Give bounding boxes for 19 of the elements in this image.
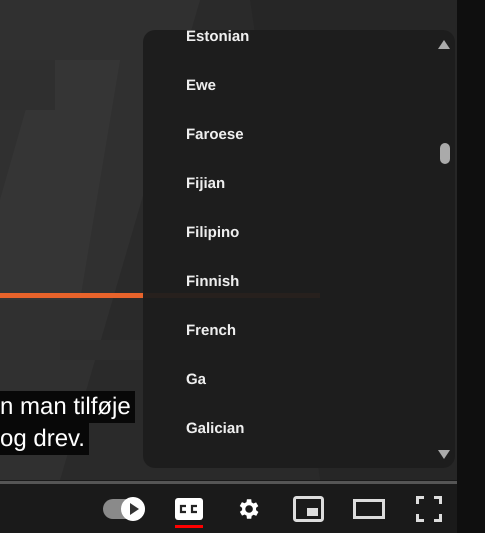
- language-option[interactable]: French: [186, 322, 426, 372]
- subtitles-icon: [175, 498, 203, 520]
- language-option[interactable]: Fijian: [186, 175, 426, 225]
- play-icon: [121, 496, 145, 520]
- scroll-down-icon[interactable]: [438, 450, 450, 459]
- language-option[interactable]: Ewe: [186, 77, 426, 127]
- active-underline: [175, 524, 203, 528]
- language-option[interactable]: Finnish: [186, 273, 426, 323]
- fullscreen-icon[interactable]: [416, 496, 442, 522]
- language-option[interactable]: Estonian: [186, 30, 426, 78]
- language-option[interactable]: Ga: [186, 371, 426, 421]
- language-option[interactable]: Filipino: [186, 224, 426, 274]
- theater-mode-icon[interactable]: [353, 498, 385, 518]
- miniplayer-icon[interactable]: [293, 496, 324, 522]
- scrollbar-thumb[interactable]: [440, 143, 450, 164]
- scroll-up-icon[interactable]: [438, 40, 450, 49]
- language-option[interactable]: Galician: [186, 420, 426, 468]
- autoplay-toggle[interactable]: [103, 498, 145, 518]
- language-option[interactable]: Faroese: [186, 126, 426, 176]
